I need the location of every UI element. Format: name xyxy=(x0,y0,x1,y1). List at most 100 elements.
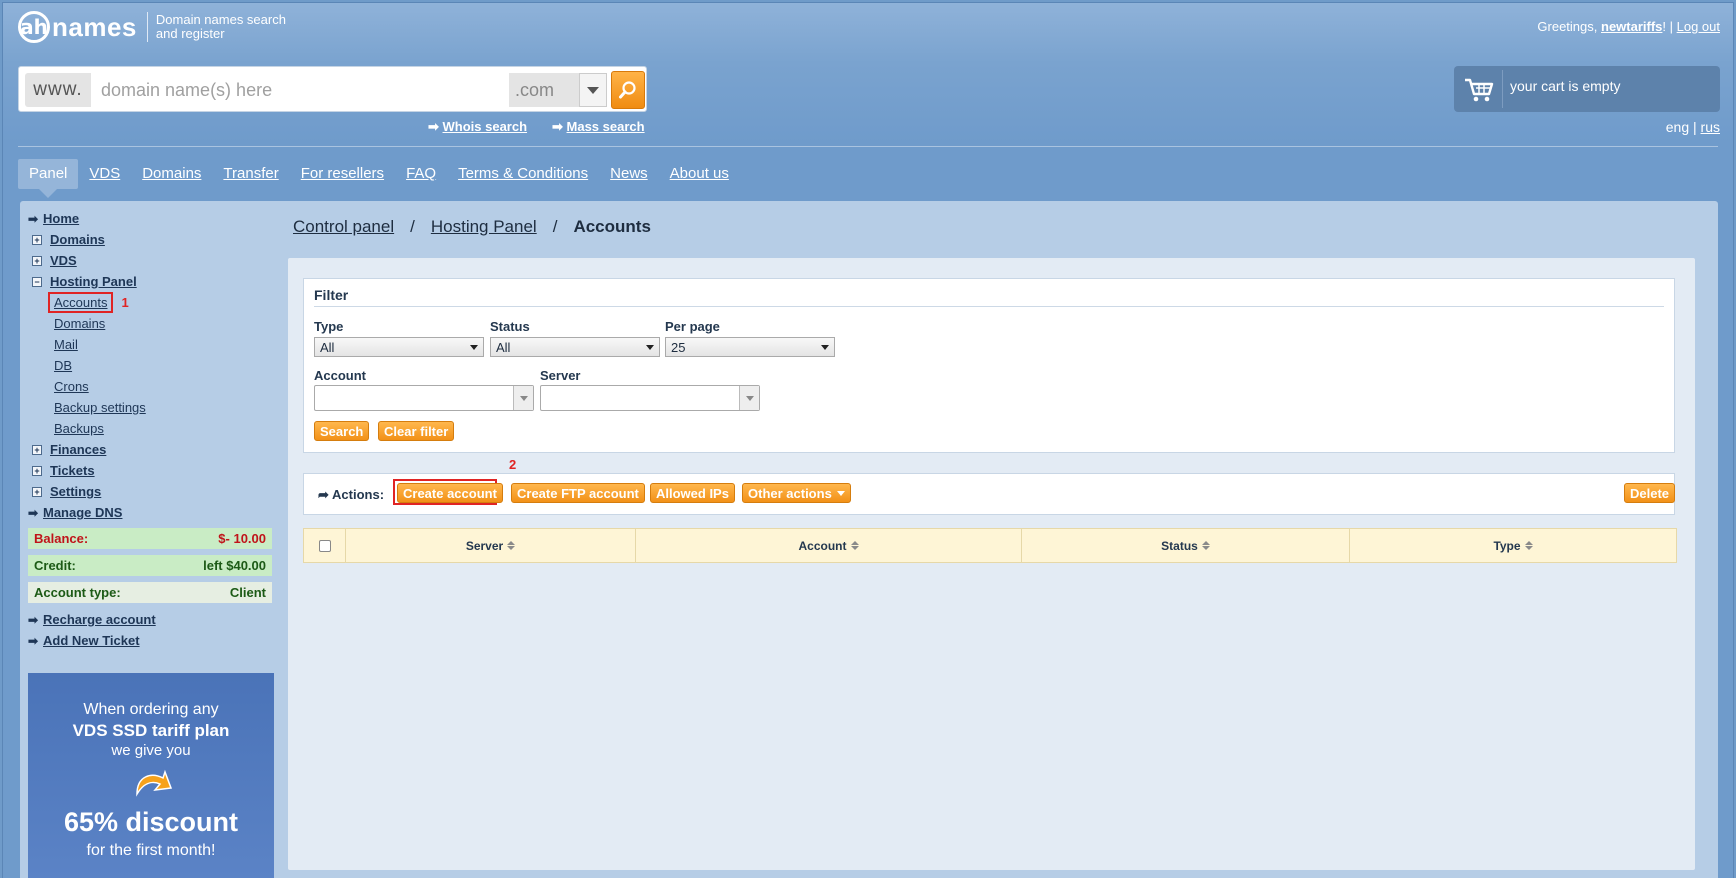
lang-separator: | xyxy=(1689,119,1701,135)
sidebar: ➡ Home + Domains + VDS − Hosting Panel Accou… xyxy=(28,208,274,651)
expand-icon[interactable]: + xyxy=(32,486,42,497)
create-ftp-account-button[interactable]: Create FTP account xyxy=(511,483,645,503)
status-select[interactable]: All xyxy=(490,337,660,357)
annotation-1: 1 xyxy=(121,295,129,310)
expand-icon[interactable]: + xyxy=(32,465,42,476)
account-type-bar: Account type: Client xyxy=(28,582,272,603)
search-button[interactable] xyxy=(611,71,645,109)
collapse-icon[interactable]: − xyxy=(32,276,42,287)
recharge-account-link[interactable]: Recharge account xyxy=(43,612,156,627)
expand-icon[interactable]: + xyxy=(32,255,42,266)
sidebar-item-recharge: ➡ Recharge account xyxy=(28,609,274,630)
cart-icon xyxy=(1465,78,1494,102)
www-prefix: www. xyxy=(25,73,91,107)
nav-faq[interactable]: FAQ xyxy=(395,159,447,189)
create-account-button[interactable]: Create account xyxy=(397,483,503,503)
delete-button[interactable]: Delete xyxy=(1624,483,1676,503)
sidebar-item-settings: + Settings xyxy=(28,481,274,502)
breadcrumb-hosting-panel[interactable]: Hosting Panel xyxy=(431,217,537,236)
sidebar-sub-backups: Backups xyxy=(28,418,274,439)
column-server[interactable]: Server xyxy=(346,529,636,562)
whois-search-link[interactable]: Whois search xyxy=(443,119,528,134)
sidebar-item-domains: + Domains xyxy=(28,229,274,250)
sidebar-db-link[interactable]: DB xyxy=(54,358,72,373)
promo-line-5: for the first month! xyxy=(86,842,216,859)
per-page-select[interactable]: 25 xyxy=(665,337,835,357)
cart-widget[interactable]: your cart is empty xyxy=(1454,66,1720,112)
sidebar-finances-link[interactable]: Finances xyxy=(50,442,106,457)
tagline-line-2: and register xyxy=(155,26,225,41)
column-status[interactable]: Status xyxy=(1022,529,1350,562)
nav-transfer[interactable]: Transfer xyxy=(212,159,289,189)
sidebar-hosting-panel-link[interactable]: Hosting Panel xyxy=(50,274,137,289)
column-type[interactable]: Type xyxy=(1350,529,1676,562)
allowed-ips-button[interactable]: Allowed IPs xyxy=(650,483,735,503)
greeting-prefix: Greetings, xyxy=(1537,19,1601,34)
column-account[interactable]: Account xyxy=(636,529,1022,562)
promo-discount: 65% discount xyxy=(63,807,239,837)
nav-panel[interactable]: Panel xyxy=(18,159,79,198)
expand-icon[interactable]: + xyxy=(32,234,42,245)
sidebar-item-tickets: + Tickets xyxy=(28,460,274,481)
sidebar-crons-link[interactable]: Crons xyxy=(54,379,89,394)
clear-filter-button[interactable]: Clear filter xyxy=(378,421,455,441)
sidebar-vds-link[interactable]: VDS xyxy=(50,253,77,268)
logout-link[interactable]: Log out xyxy=(1677,19,1720,34)
filter-title: Filter xyxy=(314,287,349,303)
sidebar-settings-link[interactable]: Settings xyxy=(50,484,101,499)
actions-bar: ➦ Actions: Create account Create FTP acc… xyxy=(303,473,1676,515)
username-link[interactable]: newtariffs xyxy=(1601,19,1662,34)
nav-about-us[interactable]: About us xyxy=(659,159,740,189)
mass-search-link[interactable]: Mass search xyxy=(567,119,645,134)
balance-label: Balance: xyxy=(34,531,89,546)
account-combobox[interactable] xyxy=(314,385,534,411)
domain-search-input[interactable] xyxy=(97,73,517,107)
nav-domains[interactable]: Domains xyxy=(131,159,212,189)
tld-dropdown-button[interactable] xyxy=(579,73,607,107)
per-page-label: Per page xyxy=(665,319,720,334)
chevron-down-icon[interactable] xyxy=(513,386,533,410)
filter-box: Filter Type All Status All Per page 25 A… xyxy=(303,278,1675,453)
sidebar-item-hosting-panel: − Hosting Panel xyxy=(28,271,274,292)
curved-arrow-icon xyxy=(136,769,173,797)
sidebar-hp-domains-link[interactable]: Domains xyxy=(54,316,105,331)
type-label: Type xyxy=(314,319,344,334)
sidebar-manage-dns-link[interactable]: Manage DNS xyxy=(43,505,122,520)
column-server-label: Server xyxy=(465,538,504,553)
expand-icon[interactable]: + xyxy=(32,444,42,455)
sidebar-home-link[interactable]: Home xyxy=(43,211,79,226)
lang-rus-link[interactable]: rus xyxy=(1701,119,1720,135)
mass-search: ➡ Mass search xyxy=(552,119,645,134)
sidebar-backups-link[interactable]: Backups xyxy=(54,421,104,436)
nav-vds[interactable]: VDS xyxy=(78,159,131,189)
select-all-checkbox[interactable] xyxy=(318,539,331,552)
other-actions-button[interactable]: Other actions xyxy=(742,483,851,503)
nav-terms[interactable]: Terms & Conditions xyxy=(447,159,599,189)
sidebar-tickets-link[interactable]: Tickets xyxy=(50,463,95,478)
sidebar-mail-link[interactable]: Mail xyxy=(54,337,78,352)
other-actions-label: Other actions xyxy=(748,485,832,501)
add-new-ticket-link[interactable]: Add New Ticket xyxy=(43,633,140,648)
sidebar-backup-settings-link[interactable]: Backup settings xyxy=(54,400,146,415)
search-filter-button[interactable]: Search xyxy=(314,421,370,441)
type-select[interactable]: All xyxy=(314,337,484,357)
sidebar-item-add-ticket: ➡ Add New Ticket xyxy=(28,630,274,651)
breadcrumb-control-panel[interactable]: Control panel xyxy=(293,217,394,236)
server-combobox[interactable] xyxy=(540,385,760,411)
tld-select[interactable]: .com xyxy=(509,73,579,107)
promo-banner[interactable]: When ordering any VDS SSD tariff plan we… xyxy=(28,673,274,878)
breadcrumb: Control panel / Hosting Panel / Accounts xyxy=(293,217,651,237)
server-label: Server xyxy=(540,368,581,383)
search-icon xyxy=(619,81,636,99)
sidebar-domains-link[interactable]: Domains xyxy=(50,232,105,247)
column-account-label: Account xyxy=(798,538,847,553)
chevron-down-icon[interactable] xyxy=(739,386,759,410)
logo[interactable]: ah names Domain names search and registe… xyxy=(18,10,286,44)
annotation-2: 2 xyxy=(509,457,517,472)
nav-for-resellers[interactable]: For resellers xyxy=(290,159,395,189)
breadcrumb-separator: / xyxy=(552,217,558,236)
lang-eng: eng xyxy=(1665,119,1690,135)
sidebar-accounts-link[interactable]: Accounts xyxy=(54,295,107,310)
caret-down-icon xyxy=(836,490,845,496)
nav-news[interactable]: News xyxy=(599,159,659,189)
